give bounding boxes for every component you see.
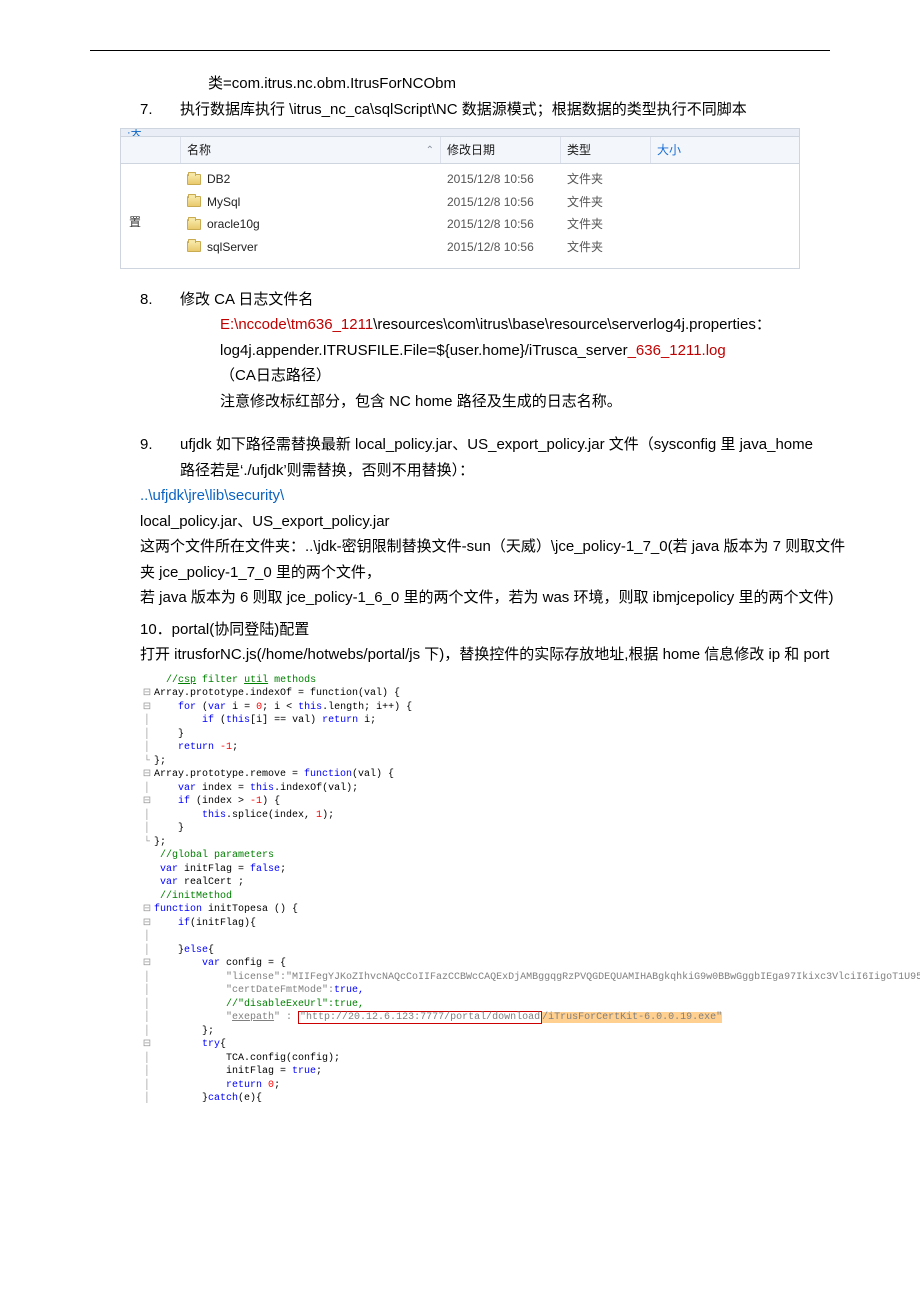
class-line: 类=com.itrus.nc.obm.ItrusForNCObm [140,71,830,97]
file-name: sqlServer [207,237,258,257]
step-8-line-3: 注意修改标红部分，包含 NC home 路径及生成的日志名称。 [220,389,830,415]
table-row[interactable]: sqlServer 2015/12/8 10:56文件夹 [121,236,799,258]
jar-names: local_policy.jar、US_export_policy.jar [140,509,860,535]
step-9-para-1: 这两个文件所在文件夹：..\jdk-密钥限制替换文件-sun（天威）\jce_p… [140,534,860,585]
step-8-line-1: E:\nccode\tm636_1211\resources\com\itrus… [220,312,830,338]
file-date: 2015/12/8 10:56 [441,213,561,235]
folder-icon [187,219,201,230]
col-size[interactable]: 大小 [651,137,731,163]
step-7-text: 执行数据库执行 \itrus_nc_ca\sqlScript\NC 数据源模式；… [180,101,747,118]
step-8-number: 8. [140,287,153,313]
file-date: 2015/12/8 10:56 [441,168,561,190]
file-date: 2015/12/8 10:56 [441,191,561,213]
folder-icon [187,241,201,252]
code-block: //csp filter util methods ⊟Array.prototy… [140,674,860,1106]
file-type: 文件夹 [561,168,651,190]
folder-icon [187,196,201,207]
file-browser-header: 名称 ⌃ 修改日期 类型 大小 [120,136,800,164]
step-8-title: 修改 CA 日志文件名 [180,291,313,308]
file-date: 2015/12/8 10:56 [441,236,561,258]
file-browser: ·天 名称 ⌃ 修改日期 类型 大小 置 DB22015/12/8 10:56文… [120,128,800,269]
sort-caret-icon: ⌃ [426,142,434,159]
step-9-para-2: 若 java 版本为 6 则取 jce_policy-1_6_0 里的两个文件，… [140,585,860,611]
top-rule [90,50,830,51]
file-name: oracle10g [207,214,260,234]
col-date[interactable]: 修改日期 [441,137,561,163]
file-name: MySql [207,192,240,212]
folder-icon [187,174,201,185]
step-8-line-2: log4j.appender.ITRUSFILE.File=${user.hom… [220,338,830,389]
file-type: 文件夹 [561,213,651,235]
col-name[interactable]: 名称 ⌃ [181,137,441,163]
file-type: 文件夹 [561,236,651,258]
table-row[interactable]: DB2 2015/12/8 10:56文件夹 [121,168,799,190]
side-glyph-icon: 置 [129,212,141,232]
step-9-number: 9. [140,432,153,458]
fb-toolbar-fragment: ·天 [120,128,800,136]
col-type[interactable]: 类型 [561,137,651,163]
step-10-text: 打开 itrusforNC.js(/home/hotwebs/portal/js… [140,642,860,668]
security-path: ..\ufjdk\jre\lib\security\ [140,483,860,509]
table-row[interactable]: oracle10g 2015/12/8 10:56文件夹 [121,213,799,235]
file-type: 文件夹 [561,191,651,213]
step-7-number: 7. [140,97,153,123]
table-row[interactable]: MySql 2015/12/8 10:56文件夹 [121,191,799,213]
step-9-text: ufjdk 如下路径需替换最新 local_policy.jar、US_expo… [180,436,813,479]
heading-10: 10．portal(协同登陆)配置 [140,617,860,643]
file-name: DB2 [207,169,230,189]
